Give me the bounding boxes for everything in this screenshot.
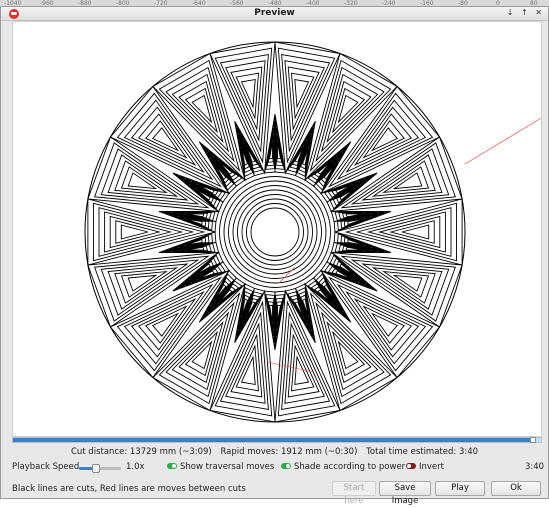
cut-triangle bbox=[336, 99, 427, 181]
playback-speed-value: 1.0x bbox=[126, 462, 145, 472]
show-traversal-toggle[interactable]: Show traversal moves bbox=[167, 462, 274, 472]
cut-triangle bbox=[120, 224, 149, 240]
play-button[interactable]: Play bbox=[435, 481, 485, 496]
invert-label: Invert bbox=[419, 462, 444, 472]
toggle-on-icon bbox=[281, 462, 291, 469]
toggle-off-icon bbox=[406, 462, 416, 469]
window-title: Preview bbox=[254, 8, 295, 18]
minimize-icon[interactable]: ↓ bbox=[507, 8, 514, 17]
progress-fill bbox=[13, 438, 534, 442]
playback-time: 3:40 bbox=[525, 462, 545, 472]
playback-speed-label: Playback Speed bbox=[12, 462, 80, 472]
cut-triangle bbox=[401, 224, 430, 240]
progress-handle[interactable] bbox=[530, 437, 537, 443]
save-image-button[interactable]: Save Image bbox=[379, 481, 431, 506]
traversal-line bbox=[464, 117, 541, 165]
toggle-on-icon bbox=[167, 462, 177, 469]
start-here-button[interactable]: Start here bbox=[332, 481, 376, 506]
cut-triangle bbox=[123, 99, 214, 181]
shade-power-label: Shade according to power bbox=[294, 462, 406, 472]
cut-distance: Cut distance: 13729 mm (~3:09) bbox=[70, 447, 212, 457]
playback-progress-bar[interactable] bbox=[12, 437, 542, 443]
maximize-icon[interactable]: ↑ bbox=[521, 8, 528, 17]
stats-line: Cut distance: 13729 mm (~3:09) Rapid mov… bbox=[1, 447, 548, 457]
cut-triangle bbox=[336, 283, 427, 365]
invert-toggle[interactable]: Invert bbox=[406, 462, 444, 472]
show-traversal-label: Show traversal moves bbox=[180, 462, 275, 472]
playback-speed-slider[interactable] bbox=[79, 464, 121, 473]
total-time: Total time estimated: 3:40 bbox=[366, 447, 479, 457]
ring bbox=[250, 207, 300, 257]
cut-triangle bbox=[123, 283, 214, 365]
window-controls: ↓ ↑ ✕ bbox=[502, 8, 542, 17]
preview-window: Preview ↓ ↑ ✕ Cut distance: 13729 mm (~3… bbox=[0, 6, 549, 506]
footer-bar: Black lines are cuts, Red lines are move… bbox=[1, 481, 548, 506]
playback-controls: Playback Speed 1.0x Show traversal moves… bbox=[1, 460, 548, 474]
close-icon[interactable]: ✕ bbox=[535, 8, 542, 17]
shade-power-toggle[interactable]: Shade according to power bbox=[281, 462, 405, 472]
title-bar[interactable]: Preview ↓ ↑ ✕ bbox=[1, 7, 548, 21]
cut-path-artwork bbox=[84, 41, 541, 423]
legend-hint: Black lines are cuts, Red lines are move… bbox=[12, 484, 246, 494]
rapid-moves: Rapid moves: 1912 mm (~0:30) bbox=[220, 447, 358, 457]
slider-knob[interactable] bbox=[91, 464, 100, 473]
ok-button[interactable]: Ok bbox=[491, 481, 541, 496]
preview-canvas[interactable] bbox=[12, 21, 542, 437]
